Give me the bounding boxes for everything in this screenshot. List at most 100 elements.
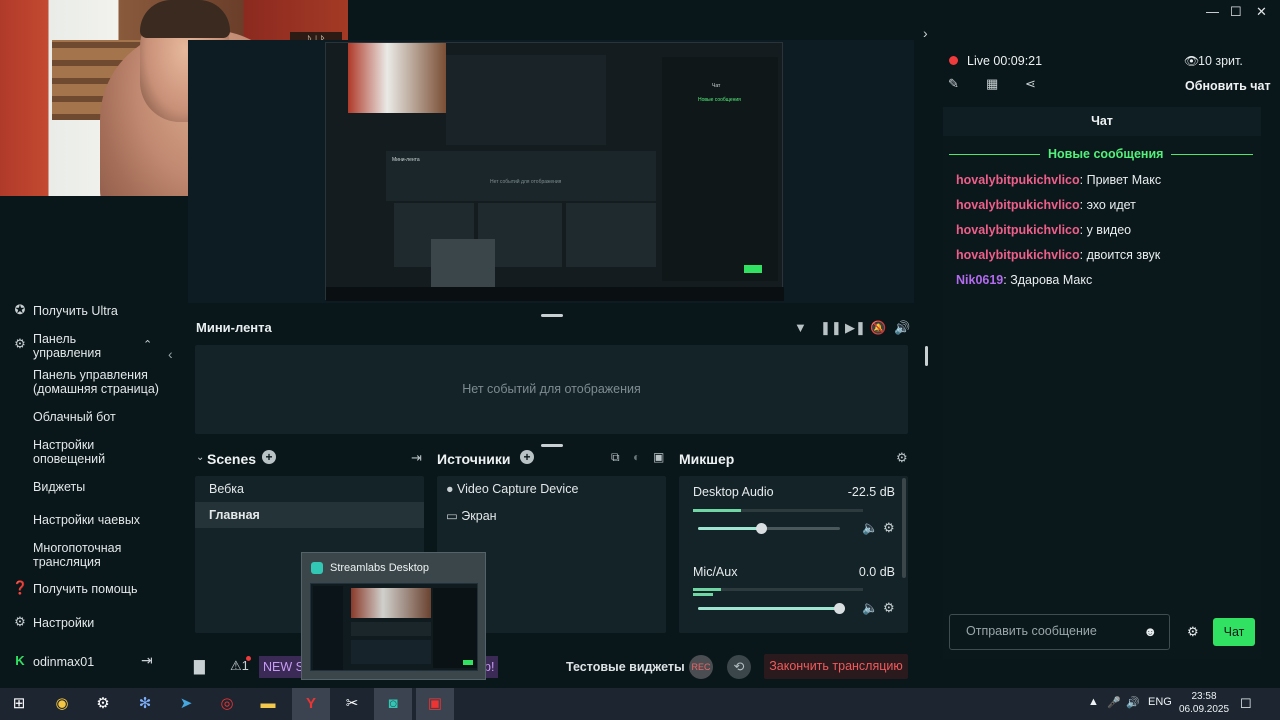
- microphone-icon[interactable]: 🎤: [1107, 696, 1121, 709]
- stats-icon[interactable]: ▇: [194, 658, 205, 675]
- close-icon[interactable]: ✕: [1256, 4, 1267, 20]
- notifications-icon[interactable]: ☐: [1240, 696, 1252, 712]
- pause-icon[interactable]: ❚❚: [820, 320, 842, 336]
- speaker-tray-icon[interactable]: 🔊: [1126, 696, 1140, 709]
- yandex-browser-icon[interactable]: Y: [292, 688, 330, 720]
- clock-time: 23:58: [1191, 691, 1217, 702]
- expand-chat-icon[interactable]: ›: [923, 25, 928, 41]
- speaker-icon[interactable]: 🔈: [862, 600, 878, 616]
- chat-text: : Привет Макс: [1079, 173, 1162, 187]
- notification-dot: [246, 656, 251, 661]
- sidebar-item-dashboard-home[interactable]: Панель управления (домашняя страница): [33, 368, 163, 396]
- fade-icon[interactable]: ◐: [633, 450, 640, 464]
- mixer-settings-icon[interactable]: ⚙: [896, 450, 908, 466]
- mixer-scrollbar[interactable]: [902, 478, 906, 578]
- windows-start-icon[interactable]: ⊞: [0, 688, 38, 720]
- chat-username[interactable]: Nik0619: [956, 273, 1003, 287]
- app-icon[interactable]: ✻: [126, 688, 164, 720]
- sidebar-item-get-ultra[interactable]: Получить Ultra: [33, 304, 118, 318]
- record-button[interactable]: REC: [689, 655, 713, 679]
- preview-mini-empty: Нет событий для отображения: [490, 179, 562, 185]
- scene-item[interactable]: Вебка: [195, 476, 424, 502]
- chat-send-button[interactable]: Чат: [1213, 618, 1255, 646]
- chat-header: Чат: [943, 107, 1261, 136]
- sidebar-item-cloudbot[interactable]: Облачный бот: [33, 410, 116, 424]
- chat-text: : эхо идет: [1079, 198, 1136, 212]
- resize-handle[interactable]: [541, 314, 563, 317]
- share-icon[interactable]: ⋖: [1025, 76, 1036, 92]
- channel-settings-icon[interactable]: ⚙: [883, 520, 895, 536]
- sidebar-item-multistream[interactable]: Многопоточная трансляция: [33, 541, 133, 569]
- channel-settings-icon[interactable]: ⚙: [883, 600, 895, 616]
- minimize-icon[interactable]: —: [1206, 4, 1219, 19]
- sidebar-item-alert-settings[interactable]: Настройки оповещений: [33, 438, 123, 466]
- clip-icon[interactable]: ▦: [986, 76, 998, 92]
- replay-icon[interactable]: ⟲: [727, 655, 751, 679]
- sidebar-item-dashboard[interactable]: Панель управления: [33, 332, 133, 360]
- chat-username[interactable]: hovalybitpukichvlico: [956, 223, 1080, 237]
- mute-alerts-icon[interactable]: 🔕: [870, 320, 886, 336]
- layers-icon[interactable]: ⧉: [611, 450, 620, 465]
- chevron-up-icon[interactable]: ⌃: [143, 338, 152, 351]
- stream-preview-screen: Мини-лента Нет событий для отображения Ч…: [325, 42, 784, 301]
- sidebar-item-help[interactable]: Получить помощь: [33, 582, 137, 596]
- add-source-icon[interactable]: +: [520, 450, 534, 464]
- chat-username[interactable]: hovalybitpukichvlico: [956, 248, 1080, 262]
- edit-icon[interactable]: ✎: [948, 76, 959, 92]
- resize-handle[interactable]: [541, 444, 563, 447]
- clock[interactable]: 23:58 06.09.2025: [1179, 690, 1229, 716]
- settings-app-icon[interactable]: ⚙: [84, 688, 122, 720]
- kick-logo-icon: K: [15, 653, 25, 668]
- volume-slider-knob[interactable]: [834, 603, 845, 614]
- popup-title: Streamlabs Desktop: [330, 562, 430, 574]
- capcut-icon[interactable]: ✂: [333, 688, 371, 720]
- clock-date: 06.09.2025: [1179, 704, 1230, 715]
- chat-username[interactable]: hovalybitpukichvlico: [956, 198, 1080, 212]
- refresh-chat-button[interactable]: Обновить чат: [1185, 79, 1271, 93]
- streamlabs-taskbar-icon[interactable]: ◙: [374, 688, 412, 720]
- speaker-icon[interactable]: 🔈: [862, 520, 878, 536]
- volume-slider-knob[interactable]: [756, 523, 767, 534]
- scene-transitions-icon[interactable]: ⇥: [411, 450, 422, 466]
- scene-label: Вебка: [209, 482, 245, 496]
- chat-text: : Здарова Макс: [1003, 273, 1093, 287]
- language-indicator[interactable]: ENG: [1148, 696, 1172, 708]
- chat-input[interactable]: [966, 624, 1136, 638]
- preview-mini-title: Мини-лента: [392, 157, 420, 163]
- test-widgets-button[interactable]: Тестовые виджеты: [566, 660, 685, 674]
- chat-username[interactable]: hovalybitpukichvlico: [956, 173, 1080, 187]
- collapse-sidebar-icon[interactable]: ‹: [168, 346, 173, 362]
- window-thumbnail[interactable]: [310, 583, 478, 671]
- add-scene-icon[interactable]: +: [262, 450, 276, 464]
- sidebar-item-tip-settings[interactable]: Настройки чаевых: [33, 513, 140, 527]
- chat-message: hovalybitpukichvlico: эхо идет: [956, 198, 1136, 212]
- mixer-title: Микшер: [679, 451, 735, 467]
- user-name[interactable]: odinmax01: [33, 655, 94, 669]
- ultra-icon: ✪: [14, 302, 26, 317]
- skip-icon[interactable]: ▶❚: [845, 320, 866, 336]
- telegram-icon[interactable]: ➤: [167, 688, 205, 720]
- chat-settings-icon[interactable]: ⚙: [1187, 624, 1199, 640]
- chevron-down-icon[interactable]: ⌄: [196, 452, 204, 463]
- maximize-icon[interactable]: ☐: [1230, 4, 1242, 20]
- volume-icon[interactable]: 🔊: [894, 320, 910, 336]
- sidebar-item-widgets[interactable]: Виджеты: [33, 480, 85, 494]
- source-item[interactable]: ▭ Экран: [446, 508, 497, 523]
- sidebar-item-settings[interactable]: Настройки: [33, 616, 94, 630]
- channel-name: Mic/Aux: [693, 565, 738, 579]
- emoji-icon[interactable]: ☻: [1143, 624, 1157, 639]
- file-explorer-icon[interactable]: ▬: [249, 688, 287, 720]
- chat-panel: [943, 107, 1261, 659]
- end-stream-button[interactable]: Закончить трансляцию: [764, 654, 908, 679]
- tray-arrow-icon[interactable]: ▲: [1088, 696, 1099, 708]
- mini-feed-empty: Нет событий для отображения: [462, 382, 641, 396]
- folder-icon[interactable]: ▣: [653, 450, 664, 464]
- filter-icon[interactable]: ▼: [794, 320, 807, 335]
- scene-item-selected[interactable]: Главная: [195, 502, 424, 528]
- chrome-icon[interactable]: ◉: [43, 688, 81, 720]
- app-icon[interactable]: ▣: [416, 688, 454, 720]
- source-item[interactable]: ● Video Capture Device: [446, 482, 578, 496]
- logout-icon[interactable]: ⇥: [141, 652, 153, 669]
- record-app-icon[interactable]: ◎: [208, 688, 246, 720]
- panel-resize-handle[interactable]: [925, 346, 928, 366]
